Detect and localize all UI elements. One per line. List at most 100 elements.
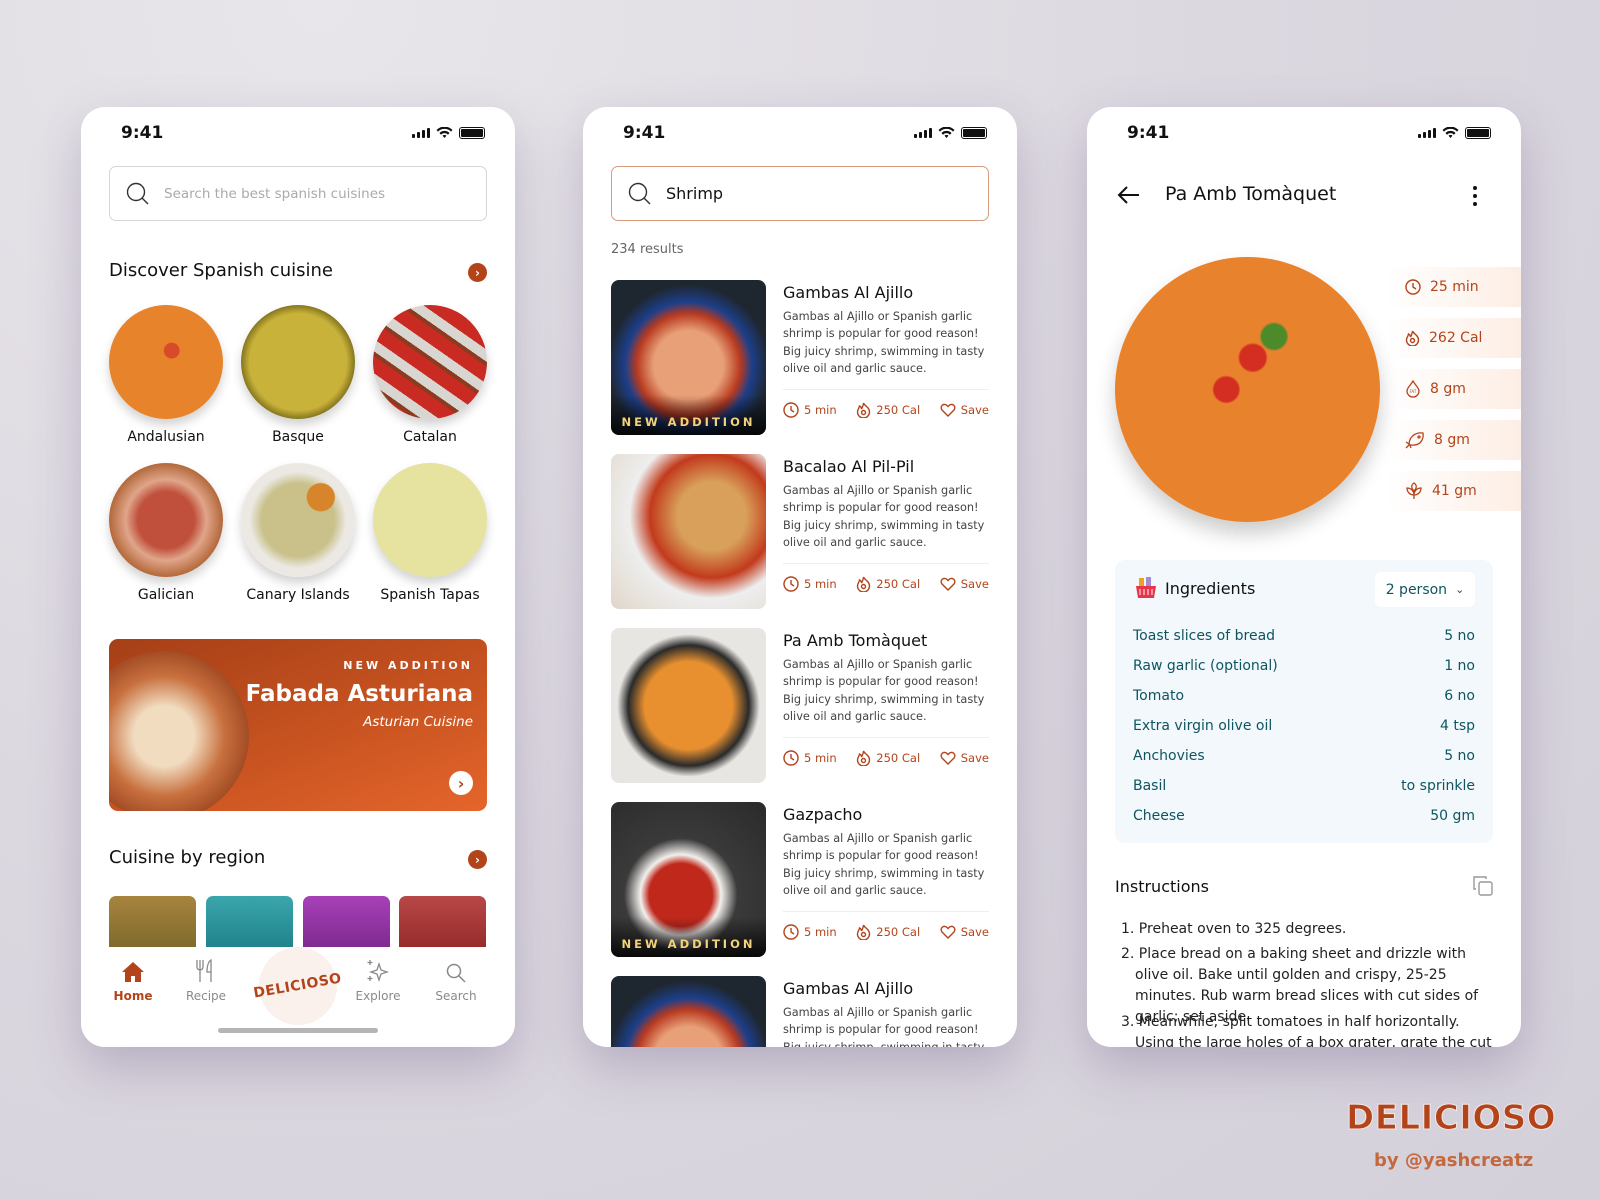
instruction-step: 3. Meanwhile, split tomatoes in half hor… bbox=[1121, 1014, 1492, 1047]
result-image[interactable] bbox=[611, 628, 766, 783]
home-indicator bbox=[218, 1028, 378, 1033]
search-input[interactable] bbox=[666, 184, 966, 203]
result-description: Gambas al Ajillo or Spanish garlic shrim… bbox=[783, 832, 985, 897]
category-label: Canary Islands bbox=[246, 587, 350, 603]
fat-drop-icon: FAT bbox=[1406, 380, 1420, 398]
result-meta: 5 min 250 Cal Save bbox=[783, 750, 989, 766]
ingredient-name: Basil bbox=[1133, 778, 1167, 794]
carbs-grain-icon bbox=[1406, 482, 1422, 499]
result-image[interactable]: NEW ADDITION bbox=[611, 802, 766, 957]
banner-title: Fabada Asturiana bbox=[245, 681, 473, 707]
more-options-icon[interactable] bbox=[1472, 185, 1478, 207]
result-image[interactable] bbox=[611, 454, 766, 609]
region-tile[interactable] bbox=[109, 896, 196, 949]
search-bar[interactable] bbox=[109, 166, 487, 221]
stat-protein-fish: 8 gm bbox=[1387, 420, 1521, 460]
search-bar[interactable] bbox=[611, 166, 989, 221]
recipe-title: Pa Amb Tomàquet bbox=[1165, 183, 1337, 205]
nav-explore[interactable]: Explore bbox=[343, 957, 413, 1003]
category-canary-islands[interactable]: Canary Islands bbox=[240, 463, 356, 603]
protein-fish-icon bbox=[1405, 432, 1424, 449]
flame-icon bbox=[857, 576, 871, 592]
results-count: 234 results bbox=[611, 242, 684, 257]
featured-banner[interactable]: NEW ADDITION Fabada Asturiana Asturian C… bbox=[109, 639, 487, 811]
home-icon bbox=[122, 962, 144, 982]
ingredient-qty: 4 tsp bbox=[1439, 718, 1475, 734]
category-andalusian[interactable]: Andalusian bbox=[108, 305, 224, 445]
stat-value: 41 gm bbox=[1432, 483, 1477, 499]
calories: 250 Cal bbox=[856, 750, 920, 766]
discover-more-button[interactable]: › bbox=[468, 263, 487, 282]
save-button[interactable]: Save bbox=[940, 751, 989, 765]
result-title[interactable]: Pa Amb Tomàquet bbox=[783, 631, 927, 650]
result-image[interactable]: NEW ADDITION bbox=[611, 280, 766, 435]
category-label: Andalusian bbox=[127, 429, 205, 445]
result-title[interactable]: Gazpacho bbox=[783, 805, 862, 824]
nav-logo-button[interactable]: DELICIOSO bbox=[253, 947, 343, 1025]
nav-home[interactable]: Home bbox=[98, 957, 168, 1003]
flame-icon bbox=[857, 402, 871, 418]
result-meta: 5 min 250 Cal Save bbox=[783, 576, 989, 592]
calories: 250 Cal bbox=[856, 402, 920, 418]
status-time: 9:41 bbox=[121, 123, 164, 143]
result-description: Gambas al Ajillo or Spanish garlic shrim… bbox=[783, 1006, 984, 1047]
save-button[interactable]: Save bbox=[940, 925, 989, 939]
nav-search[interactable]: Search bbox=[421, 957, 491, 1003]
region-tile[interactable] bbox=[303, 896, 390, 949]
ingredient-qty: 50 gm bbox=[1430, 808, 1475, 824]
signal-icon bbox=[412, 128, 430, 138]
save-button[interactable]: Save bbox=[940, 403, 989, 417]
heart-icon bbox=[940, 403, 956, 417]
battery-icon bbox=[961, 127, 987, 139]
brand-logo: DELICIOSO bbox=[1345, 1098, 1557, 1139]
nav-label: Home bbox=[113, 989, 153, 1003]
stat-clock: 25 min bbox=[1387, 267, 1521, 307]
banner-arrow-button[interactable]: › bbox=[449, 771, 473, 795]
heart-icon bbox=[940, 925, 956, 939]
category-basque[interactable]: Basque bbox=[240, 305, 356, 445]
category-galician[interactable]: Galician bbox=[108, 463, 224, 603]
ingredient-qty: 5 no bbox=[1444, 748, 1475, 764]
nav-recipe[interactable]: Recipe bbox=[171, 957, 241, 1003]
signal-icon bbox=[914, 128, 932, 138]
result-title[interactable]: Bacalao Al Pil-Pil bbox=[783, 457, 914, 476]
category-spanish-tapas[interactable]: Spanish Tapas bbox=[372, 463, 488, 603]
result-title[interactable]: Gambas Al Ajillo bbox=[783, 979, 913, 998]
chevron-down-icon: ⌄ bbox=[1455, 583, 1465, 596]
result-image[interactable] bbox=[611, 976, 766, 1047]
stat-value: 262 Cal bbox=[1429, 330, 1483, 346]
fork-knife-icon bbox=[196, 959, 212, 982]
ingredient-name: Raw garlic (optional) bbox=[1133, 658, 1278, 674]
wifi-icon bbox=[938, 127, 955, 138]
andalusian-image bbox=[109, 305, 223, 419]
nav-label: Explore bbox=[355, 989, 401, 1003]
result-title[interactable]: Gambas Al Ajillo bbox=[783, 283, 913, 302]
result-description: Gambas al Ajillo or Spanish garlic shrim… bbox=[783, 310, 985, 375]
servings-dropdown[interactable]: 2 person ⌄ bbox=[1375, 572, 1475, 607]
region-more-button[interactable]: › bbox=[468, 850, 487, 869]
wifi-icon bbox=[1442, 127, 1459, 138]
heart-icon bbox=[940, 751, 956, 765]
basque-image bbox=[241, 305, 355, 419]
divider bbox=[783, 563, 989, 564]
discover-title: Discover Spanish cuisine bbox=[109, 260, 333, 281]
calories: 250 Cal bbox=[856, 576, 920, 592]
copy-icon[interactable] bbox=[1472, 875, 1494, 897]
ingredient-name: Toast slices of bread bbox=[1133, 628, 1276, 644]
ingredient-row: Raw garlic (optional) 1 no bbox=[1133, 658, 1475, 674]
back-arrow-icon[interactable] bbox=[1117, 185, 1141, 205]
svg-text:FAT: FAT bbox=[1410, 389, 1417, 394]
ingredient-row: Toast slices of bread 5 no bbox=[1133, 628, 1475, 644]
ingredient-name: Tomato bbox=[1133, 688, 1185, 704]
region-tile[interactable] bbox=[399, 896, 486, 949]
ingredient-row: Cheese 50 gm bbox=[1133, 808, 1475, 824]
banner-subtitle: Asturian Cuisine bbox=[363, 714, 473, 730]
ingredients-card: Ingredients 2 person ⌄ Toast slices of br… bbox=[1115, 560, 1493, 843]
save-button[interactable]: Save bbox=[940, 577, 989, 591]
instructions-title: Instructions bbox=[1115, 877, 1209, 896]
battery-icon bbox=[1465, 127, 1491, 139]
search-input[interactable] bbox=[164, 185, 464, 202]
category-catalan[interactable]: Catalan bbox=[372, 305, 488, 445]
region-tile[interactable] bbox=[206, 896, 293, 949]
search-icon bbox=[628, 182, 651, 204]
